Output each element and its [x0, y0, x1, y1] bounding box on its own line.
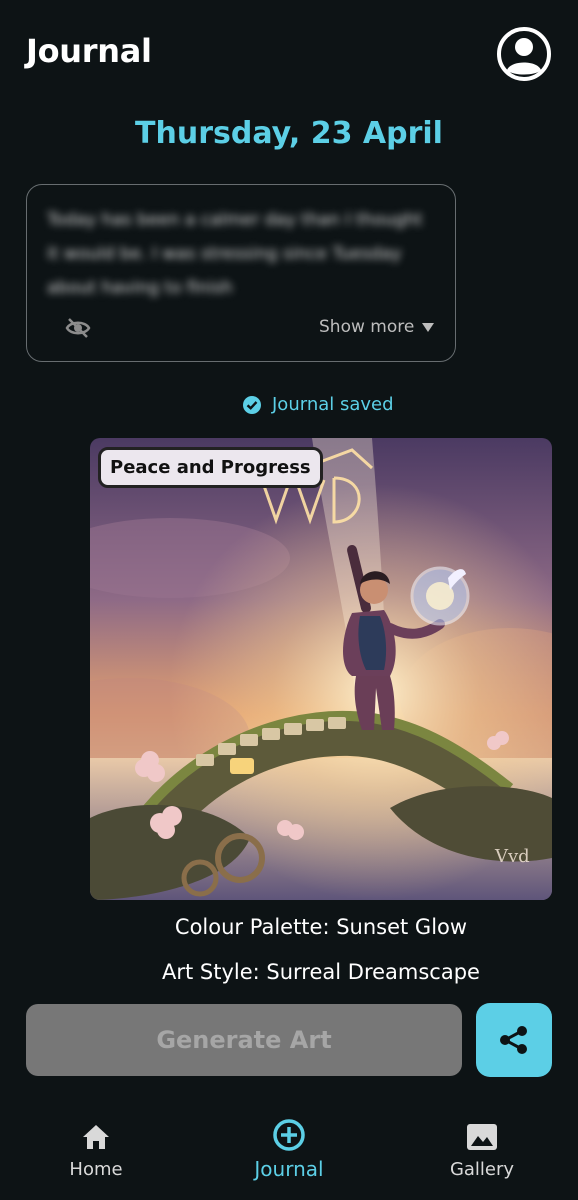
nav-item-home[interactable]: Home — [58, 1100, 134, 1180]
generate-art-button[interactable]: Generate Art — [26, 1004, 462, 1076]
journal-preview-text: Today has been a calmer day than I thoug… — [47, 210, 423, 298]
saved-status: Journal saved — [242, 394, 394, 415]
nav-label-gallery: Gallery — [449, 1159, 515, 1180]
bottom-navigation: Home Journal Gallery — [0, 1100, 578, 1200]
artist-signature: Vvd — [494, 846, 530, 867]
show-more-button[interactable]: Show more — [319, 317, 435, 337]
chevron-down-icon — [422, 322, 435, 332]
nav-label-journal: Journal — [254, 1157, 324, 1181]
check-circle-icon — [243, 395, 261, 414]
page-title: Journal — [26, 32, 152, 70]
saved-label: Journal saved — [272, 394, 394, 415]
app-header: Journal — [0, 0, 578, 105]
journal-date: Thursday, 23 April — [135, 116, 443, 151]
artwork-title-badge: Peace and Progress — [98, 447, 323, 488]
account-circle-icon[interactable] — [496, 26, 552, 82]
share-button[interactable] — [476, 1003, 552, 1077]
colour-palette-label: Colour Palette: Sunset Glow — [174, 915, 468, 939]
nav-label-home: Home — [69, 1159, 123, 1180]
journal-entry-card[interactable]: Today has been a calmer day than I thoug… — [26, 184, 456, 362]
nav-item-gallery[interactable]: Gallery — [436, 1100, 528, 1180]
nav-item-journal[interactable]: Journal — [239, 1100, 339, 1181]
home-icon — [83, 1125, 109, 1149]
generated-artwork[interactable]: Vvd — [90, 438, 552, 900]
share-icon — [500, 1026, 527, 1054]
show-more-label: Show more — [319, 317, 415, 337]
eye-off-icon[interactable] — [65, 315, 91, 341]
art-style-label: Art Style: Surreal Dreamscape — [162, 960, 480, 984]
add-circle-icon — [273, 1119, 305, 1151]
image-icon — [467, 1124, 497, 1150]
